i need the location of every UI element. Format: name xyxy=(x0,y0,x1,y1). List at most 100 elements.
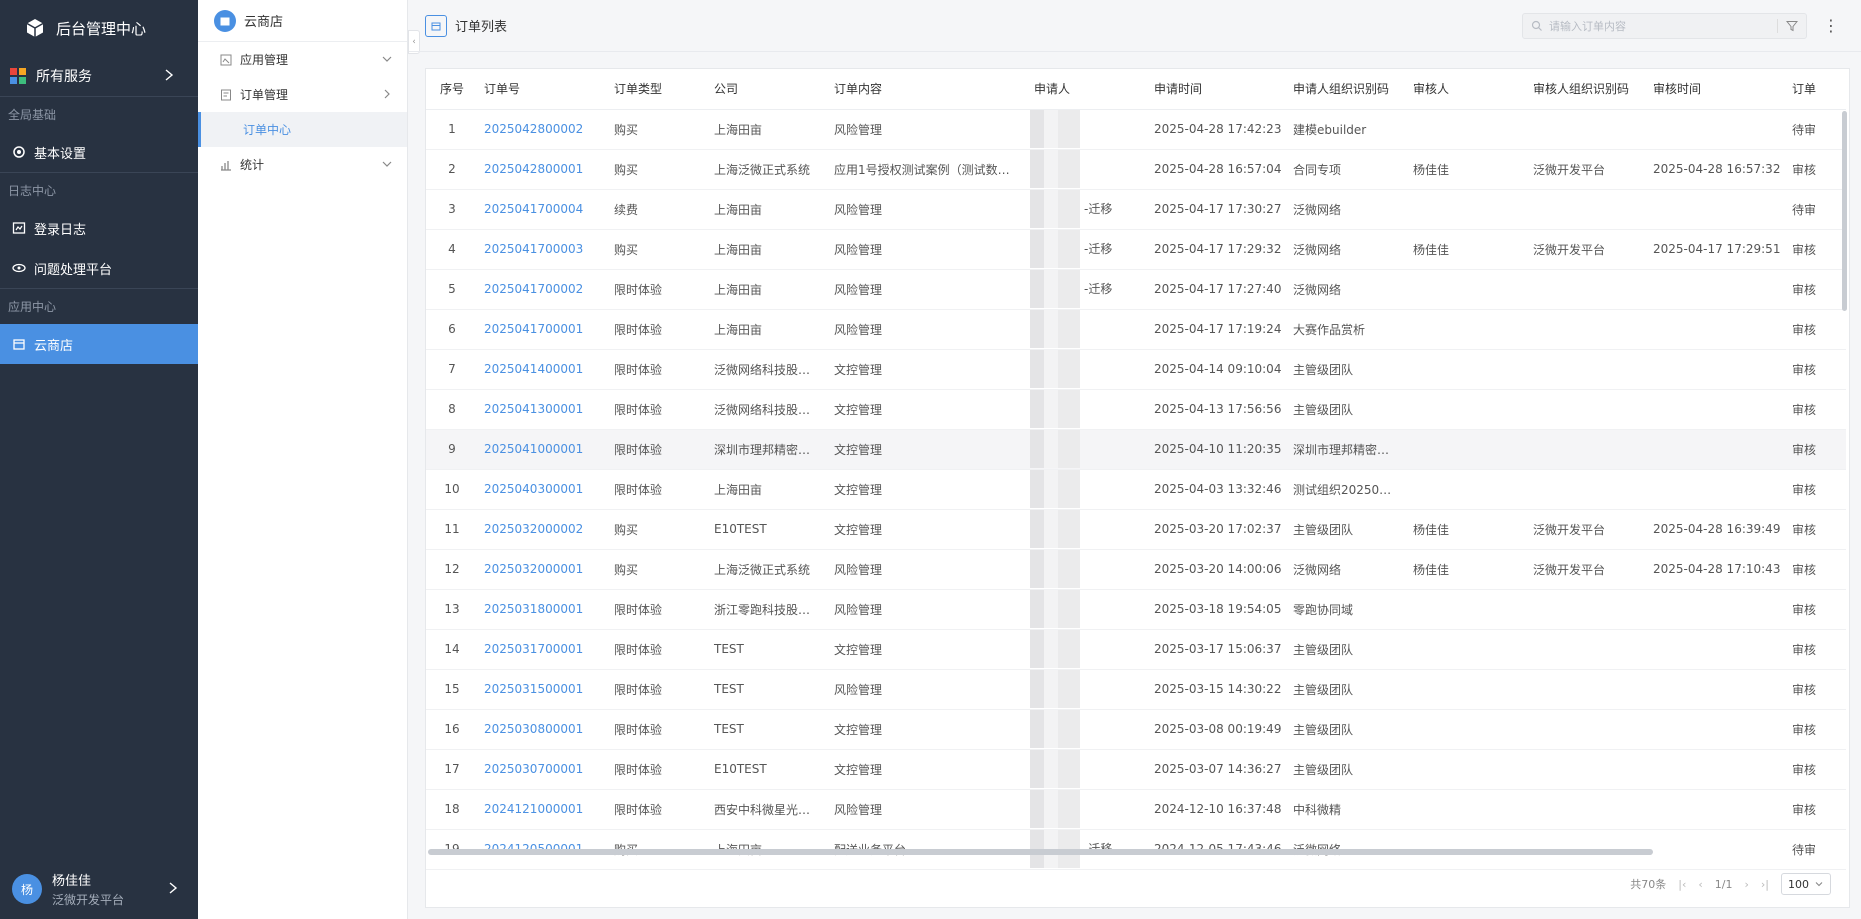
order-number-link[interactable]: 2025041700002 xyxy=(478,269,608,310)
table-row[interactable]: 9 2025041000001 限时体验 深圳市理邦精密… 文控管理 2025-04-10… xyxy=(426,429,1846,470)
table-row[interactable]: 12 2025032000001 购买 上海泛微正式系统 风险管理 2025-03-20 … xyxy=(426,549,1846,590)
next-page-icon[interactable]: › xyxy=(1744,878,1748,891)
order-number-link[interactable]: 2025041700001 xyxy=(478,309,608,350)
applicant-org-code: 泛微网络 xyxy=(1287,269,1407,310)
column-header[interactable]: 审核人组织识别码 xyxy=(1527,69,1647,110)
redacted-name xyxy=(1030,510,1080,548)
table-row[interactable]: 11 2025032000002 购买 E10TEST 文控管理 2025-03-20 1… xyxy=(426,509,1846,550)
table-row[interactable]: 3 2025041700004 续费 上海田亩 风险管理 -迁移 2025-04-17 17… xyxy=(426,189,1846,230)
apply-time: 2025-04-17 17:19:24 xyxy=(1148,309,1287,350)
chevron-right-icon xyxy=(165,69,174,81)
order-number-link[interactable]: 2025041300001 xyxy=(478,389,608,430)
more-options-icon[interactable]: ⋮ xyxy=(1823,16,1839,35)
order-number-link[interactable]: 2025031700001 xyxy=(478,629,608,670)
order-status: 审核 xyxy=(1786,149,1846,190)
order-status: 审核 xyxy=(1786,509,1846,550)
vertical-scrollbar[interactable] xyxy=(1842,111,1847,311)
column-header[interactable]: 申请人 xyxy=(1028,69,1148,110)
order-number-link[interactable]: 2025031500001 xyxy=(478,669,608,710)
company: 上海田亩 xyxy=(708,309,828,350)
column-header[interactable]: 订单 xyxy=(1786,69,1846,110)
order-number-link[interactable]: 2025032000001 xyxy=(478,549,608,590)
horizontal-scrollbar[interactable] xyxy=(428,849,1653,855)
column-header[interactable]: 审核人 xyxy=(1407,69,1527,110)
reviewer xyxy=(1407,349,1527,390)
reviewer-org-code xyxy=(1527,269,1647,310)
reviewer xyxy=(1407,389,1527,430)
table-row[interactable]: 16 2025030800001 限时体验 TEST 文控管理 2025-03-08 00… xyxy=(426,709,1846,750)
all-services-button[interactable]: 所有服务 xyxy=(0,56,198,96)
table-row[interactable]: 4 2025041700003 购买 上海田亩 风险管理 -迁移 2025-04-17 17… xyxy=(426,229,1846,270)
table-row[interactable]: 6 2025041700001 限时体验 上海田亩 风险管理 2025-04-17 17:… xyxy=(426,309,1846,350)
table-row[interactable]: 5 2025041700002 限时体验 上海田亩 风险管理 -迁移 2025-04-17 … xyxy=(426,269,1846,310)
order-number-link[interactable]: 2025031800001 xyxy=(478,589,608,630)
column-header[interactable]: 序号 xyxy=(426,69,478,110)
table-row[interactable]: 7 2025041400001 限时体验 泛微网络科技股… 文控管理 2025-04-14… xyxy=(426,349,1846,390)
table-row[interactable]: 14 2025031700001 限时体验 TEST 文控管理 2025-03-17 15… xyxy=(426,629,1846,670)
submenu-item-order-center[interactable]: 订单中心 xyxy=(198,112,407,147)
user-profile[interactable]: 杨 杨佳佳 泛微开发平台 xyxy=(0,859,198,919)
search-input[interactable] xyxy=(1549,19,1779,33)
order-number-link[interactable]: 2025032000002 xyxy=(478,509,608,550)
column-header[interactable]: 审核时间 xyxy=(1647,69,1786,110)
column-header[interactable]: 申请时间 xyxy=(1148,69,1287,110)
order-number-link[interactable]: 2025040300001 xyxy=(478,469,608,510)
column-header[interactable]: 订单内容 xyxy=(828,69,1028,110)
column-header[interactable]: 订单类型 xyxy=(608,69,708,110)
table-row[interactable]: 1 2025042800002 购买 上海田亩 风险管理 2025-04-28 17:42… xyxy=(426,109,1846,150)
company: 深圳市理邦精密… xyxy=(708,429,828,470)
nav-item-login-log[interactable]: 登录日志 xyxy=(0,208,198,248)
applicant-org-code: 泛微网络 xyxy=(1287,549,1407,590)
applicant-org-code: 泛微网络 xyxy=(1287,229,1407,270)
order-content: 应用1号授权测试案例（测试数… xyxy=(828,149,1028,190)
submenu-item-app-management[interactable]: 应用管理 xyxy=(198,42,407,77)
order-number-link[interactable]: 2025030800001 xyxy=(478,709,608,750)
prev-page-icon[interactable]: ‹ xyxy=(1698,878,1702,891)
nav-item-cloud-store[interactable]: 云商店 xyxy=(0,324,198,364)
order-number-link[interactable]: 2025042800002 xyxy=(478,109,608,150)
applicant-suffix: -迁移 xyxy=(1084,281,1113,296)
table-row[interactable]: 18 2024121000001 限时体验 西安中科微星光… 风险管理 2024-12-1… xyxy=(426,789,1846,830)
reviewer xyxy=(1407,709,1527,750)
applicant-org-code: 主管级团队 xyxy=(1287,509,1407,550)
row-index: 16 xyxy=(426,709,478,750)
order-number-link[interactable]: 2025042800001 xyxy=(478,149,608,190)
table-row[interactable]: 17 2025030700001 限时体验 E10TEST 文控管理 2025-03-07… xyxy=(426,749,1846,790)
column-header[interactable]: 公司 xyxy=(708,69,828,110)
submenu-item-label: 应用管理 xyxy=(240,53,289,67)
table-row[interactable]: 15 2025031500001 限时体验 TEST 风险管理 2025-03-15 14… xyxy=(426,669,1846,710)
brand[interactable]: 后台管理中心 xyxy=(0,0,198,56)
submenu-item-statistics[interactable]: 统计 xyxy=(198,147,407,182)
table-row[interactable]: 8 2025041300001 限时体验 泛微网络科技股… 文控管理 2025-04-13… xyxy=(426,389,1846,430)
nav-item-issue-platform[interactable]: 问题处理平台 xyxy=(0,248,198,288)
brand-title: 后台管理中心 xyxy=(56,19,147,38)
company: E10TEST xyxy=(708,509,828,550)
order-number-link[interactable]: 2025041400001 xyxy=(478,349,608,390)
column-header[interactable]: 订单号 xyxy=(478,69,608,110)
submenu-item-order-management[interactable]: 订单管理 xyxy=(198,77,407,112)
apply-time: 2025-04-17 17:30:27 xyxy=(1148,189,1287,230)
redacted-name xyxy=(1030,390,1080,428)
order-number-link[interactable]: 2025041000001 xyxy=(478,429,608,470)
nav-item-basic-settings[interactable]: 基本设置 xyxy=(0,132,198,172)
order-number-link[interactable]: 2025041700003 xyxy=(478,229,608,270)
order-number-link[interactable]: 2025030700001 xyxy=(478,749,608,790)
order-content: 风险管理 xyxy=(828,229,1028,270)
table-row[interactable]: 13 2025031800001 限时体验 浙江零跑科技股… 风险管理 2025-03-1… xyxy=(426,589,1846,630)
applicant xyxy=(1028,109,1148,150)
order-number-link[interactable]: 2025041700004 xyxy=(478,189,608,230)
order-type: 购买 xyxy=(608,549,708,590)
reviewer xyxy=(1407,429,1527,470)
main-sidebar: 后台管理中心 所有服务 全局基础 基本设置 日志中心 登录日志 问题处理平台 应… xyxy=(0,0,198,919)
reviewer-org-code xyxy=(1527,629,1647,670)
filter-icon[interactable] xyxy=(1786,20,1798,32)
apply-time: 2025-04-14 09:10:04 xyxy=(1148,349,1287,390)
table-row[interactable]: 2 2025042800001 购买 上海泛微正式系统 应用1号授权测试案例（测试数… 2… xyxy=(426,149,1846,190)
column-header[interactable]: 申请人组织识别码 xyxy=(1287,69,1407,110)
order-number-link[interactable]: 2024121000001 xyxy=(478,789,608,830)
table-row[interactable]: 10 2025040300001 限时体验 上海田亩 文控管理 2025-04-03 13… xyxy=(426,469,1846,510)
page-size-select[interactable]: 100 xyxy=(1781,873,1831,895)
last-page-icon[interactable]: ›| xyxy=(1761,878,1769,891)
row-index: 10 xyxy=(426,469,478,510)
first-page-icon[interactable]: |‹ xyxy=(1678,878,1686,891)
